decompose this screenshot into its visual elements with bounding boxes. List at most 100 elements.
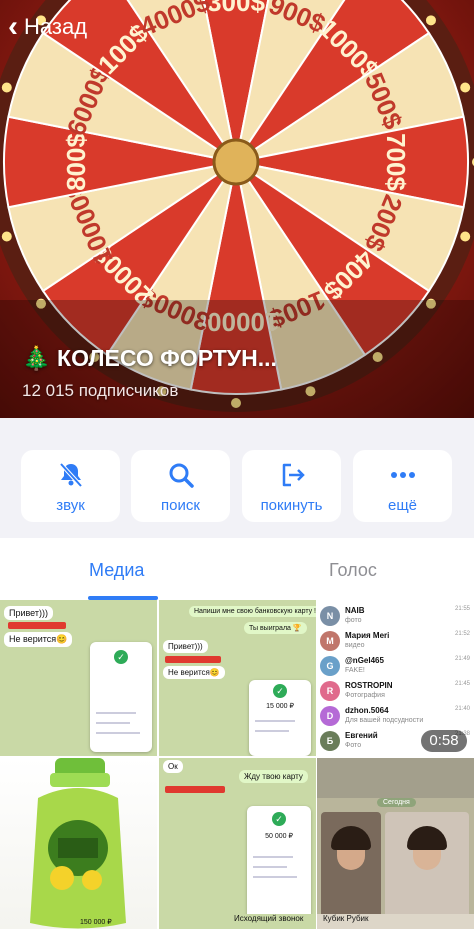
avatar: М: [320, 631, 340, 651]
media-thumb-5[interactable]: Ок Жду твою карту ✓ 50 000 ₽: [159, 758, 316, 929]
contact-message: Для вашей подсудности: [345, 717, 424, 724]
more-button[interactable]: ещё: [353, 450, 452, 522]
contact-name: ROSTROPIN: [345, 681, 393, 690]
video-duration-badge: 0:58: [421, 730, 467, 752]
contact-row: G @nGel465 FAKE! 21:49: [317, 654, 474, 680]
wheel-segment-label: 700$: [381, 133, 411, 191]
contact-row: М Мария Мeri видео 21:52: [317, 629, 474, 655]
amount: 50 000 ₽: [265, 833, 293, 840]
message-bubble: Напиши мне свою банковскую карту !!!!: [189, 606, 316, 617]
leave-icon: [282, 463, 305, 487]
message-bubble: Не верится😊: [4, 632, 73, 647]
contact-name: Мария Мeri: [345, 631, 390, 640]
more-dots-icon: [390, 472, 415, 478]
redacted-bar: [165, 656, 221, 663]
line: [253, 866, 287, 868]
action-bar: звук поиск покинуть ещё: [0, 418, 474, 538]
search-icon: [169, 463, 194, 488]
amount: 15 000 ₽: [266, 703, 294, 710]
wheel-segment-label: 300$: [207, 0, 265, 17]
phone-screenshot: ✓ 50 000 ₽: [247, 806, 311, 926]
contact-name: NAIB: [345, 606, 365, 615]
contact-time: 21:40: [454, 706, 470, 712]
rim-light: [1, 82, 12, 93]
redacted-bar: [165, 786, 225, 793]
rim-light: [1, 231, 12, 242]
line: [96, 732, 140, 734]
search-button[interactable]: поиск: [131, 450, 230, 522]
redacted-bar: [8, 622, 66, 629]
contact-message: Фото: [345, 742, 362, 749]
mute-button[interactable]: звук: [21, 450, 120, 522]
channel-header: 300$900$1000$500$700$200$400$100$10000$3…: [0, 0, 474, 418]
detergent-bottle-image: [30, 758, 126, 929]
phone-screenshot: ✓: [90, 642, 152, 752]
contact-name: Евгений: [345, 731, 378, 740]
leave-label: покинуть: [260, 497, 323, 514]
rim-light: [460, 82, 471, 93]
message-bubble: Привет))): [4, 606, 54, 620]
contact-message: видео: [345, 642, 365, 649]
contact-message: FAKE!: [345, 667, 365, 674]
tab-voice[interactable]: Голос: [329, 560, 377, 581]
contact-name: dzhon.5064: [345, 706, 389, 715]
avatar: Б: [320, 731, 340, 751]
leave-button[interactable]: покинуть: [242, 450, 341, 522]
phone-screenshot: ✓ 15 000 ₽: [249, 680, 311, 756]
message-bubble: Не верится😊: [163, 666, 225, 679]
line: [253, 856, 293, 858]
line: [255, 720, 295, 722]
selfie-photo: [321, 812, 381, 922]
amount-caption: 150 000 ₽: [80, 919, 112, 926]
back-button[interactable]: ‹ Назад: [8, 12, 87, 42]
channel-title: 🎄 КОЛЕСО ФОРТУН...: [22, 345, 277, 371]
more-label: ещё: [387, 497, 418, 514]
wheel-hub: [212, 138, 260, 186]
avatar: R: [320, 681, 340, 701]
rubik-caption: Кубик Рубик: [317, 914, 474, 929]
search-label: поиск: [161, 497, 200, 514]
caption-text: Кубик Рубик: [323, 914, 369, 923]
photo-2: [385, 812, 469, 922]
rim-light: [460, 231, 471, 242]
message-bubble: Жду твою карту: [239, 770, 308, 783]
back-label: Назад: [24, 14, 88, 39]
message-bubble: Ты выиграла 🏆: [244, 622, 307, 634]
line: [255, 730, 289, 732]
call-caption: Исходящий звонок: [159, 914, 316, 929]
hair: [407, 826, 447, 850]
chevron-left-icon: ‹: [8, 10, 18, 43]
mute-label: звук: [56, 497, 85, 514]
contact-message: Фотография: [345, 692, 385, 699]
message-bubble: Привет))): [163, 640, 208, 653]
contact-row: R ROSTROPIN Фотография 21:45: [317, 679, 474, 705]
message-bubble: Ок: [163, 760, 183, 773]
date-badge: Сегодня: [377, 798, 416, 807]
bell-slash-icon: [59, 462, 82, 488]
line: [96, 712, 136, 714]
tab-media[interactable]: Медиа: [89, 560, 144, 581]
check-icon: ✓: [114, 650, 128, 664]
line: [253, 876, 297, 878]
contact-row: Ddzhon.5064 Для вашей подсудности 21:40: [317, 704, 474, 730]
media-grid: Привет))) Не верится😊 ✓ Напиши мне свою …: [0, 600, 474, 929]
contact-row: N NAIB фото 21:55: [317, 604, 474, 630]
contact-time: 21:55: [454, 606, 470, 612]
avatar: D: [320, 706, 340, 726]
media-thumb-4-video[interactable]: [0, 758, 157, 929]
media-thumb-2[interactable]: Напиши мне свою банковскую карту !!!! Ты…: [159, 600, 316, 756]
media-thumb-1[interactable]: Привет))) Не верится😊 ✓: [0, 600, 157, 756]
hair: [331, 826, 371, 850]
avatar: G: [320, 656, 340, 676]
contact-time: 21:52: [454, 631, 470, 637]
media-thumb-6[interactable]: Сегодня: [317, 758, 474, 929]
contact-message: фото: [345, 617, 362, 624]
rim-light: [425, 15, 436, 26]
media-tabs: Медиа Голос: [0, 538, 474, 600]
subscriber-count: 12 015 подписчиков: [22, 381, 179, 400]
contact-time: 21:49: [454, 656, 470, 662]
photo-top: [317, 758, 474, 798]
wheel-segment-label: 800$: [61, 133, 91, 191]
contact-time: 21:45: [454, 681, 470, 687]
avatar: N: [320, 606, 340, 626]
